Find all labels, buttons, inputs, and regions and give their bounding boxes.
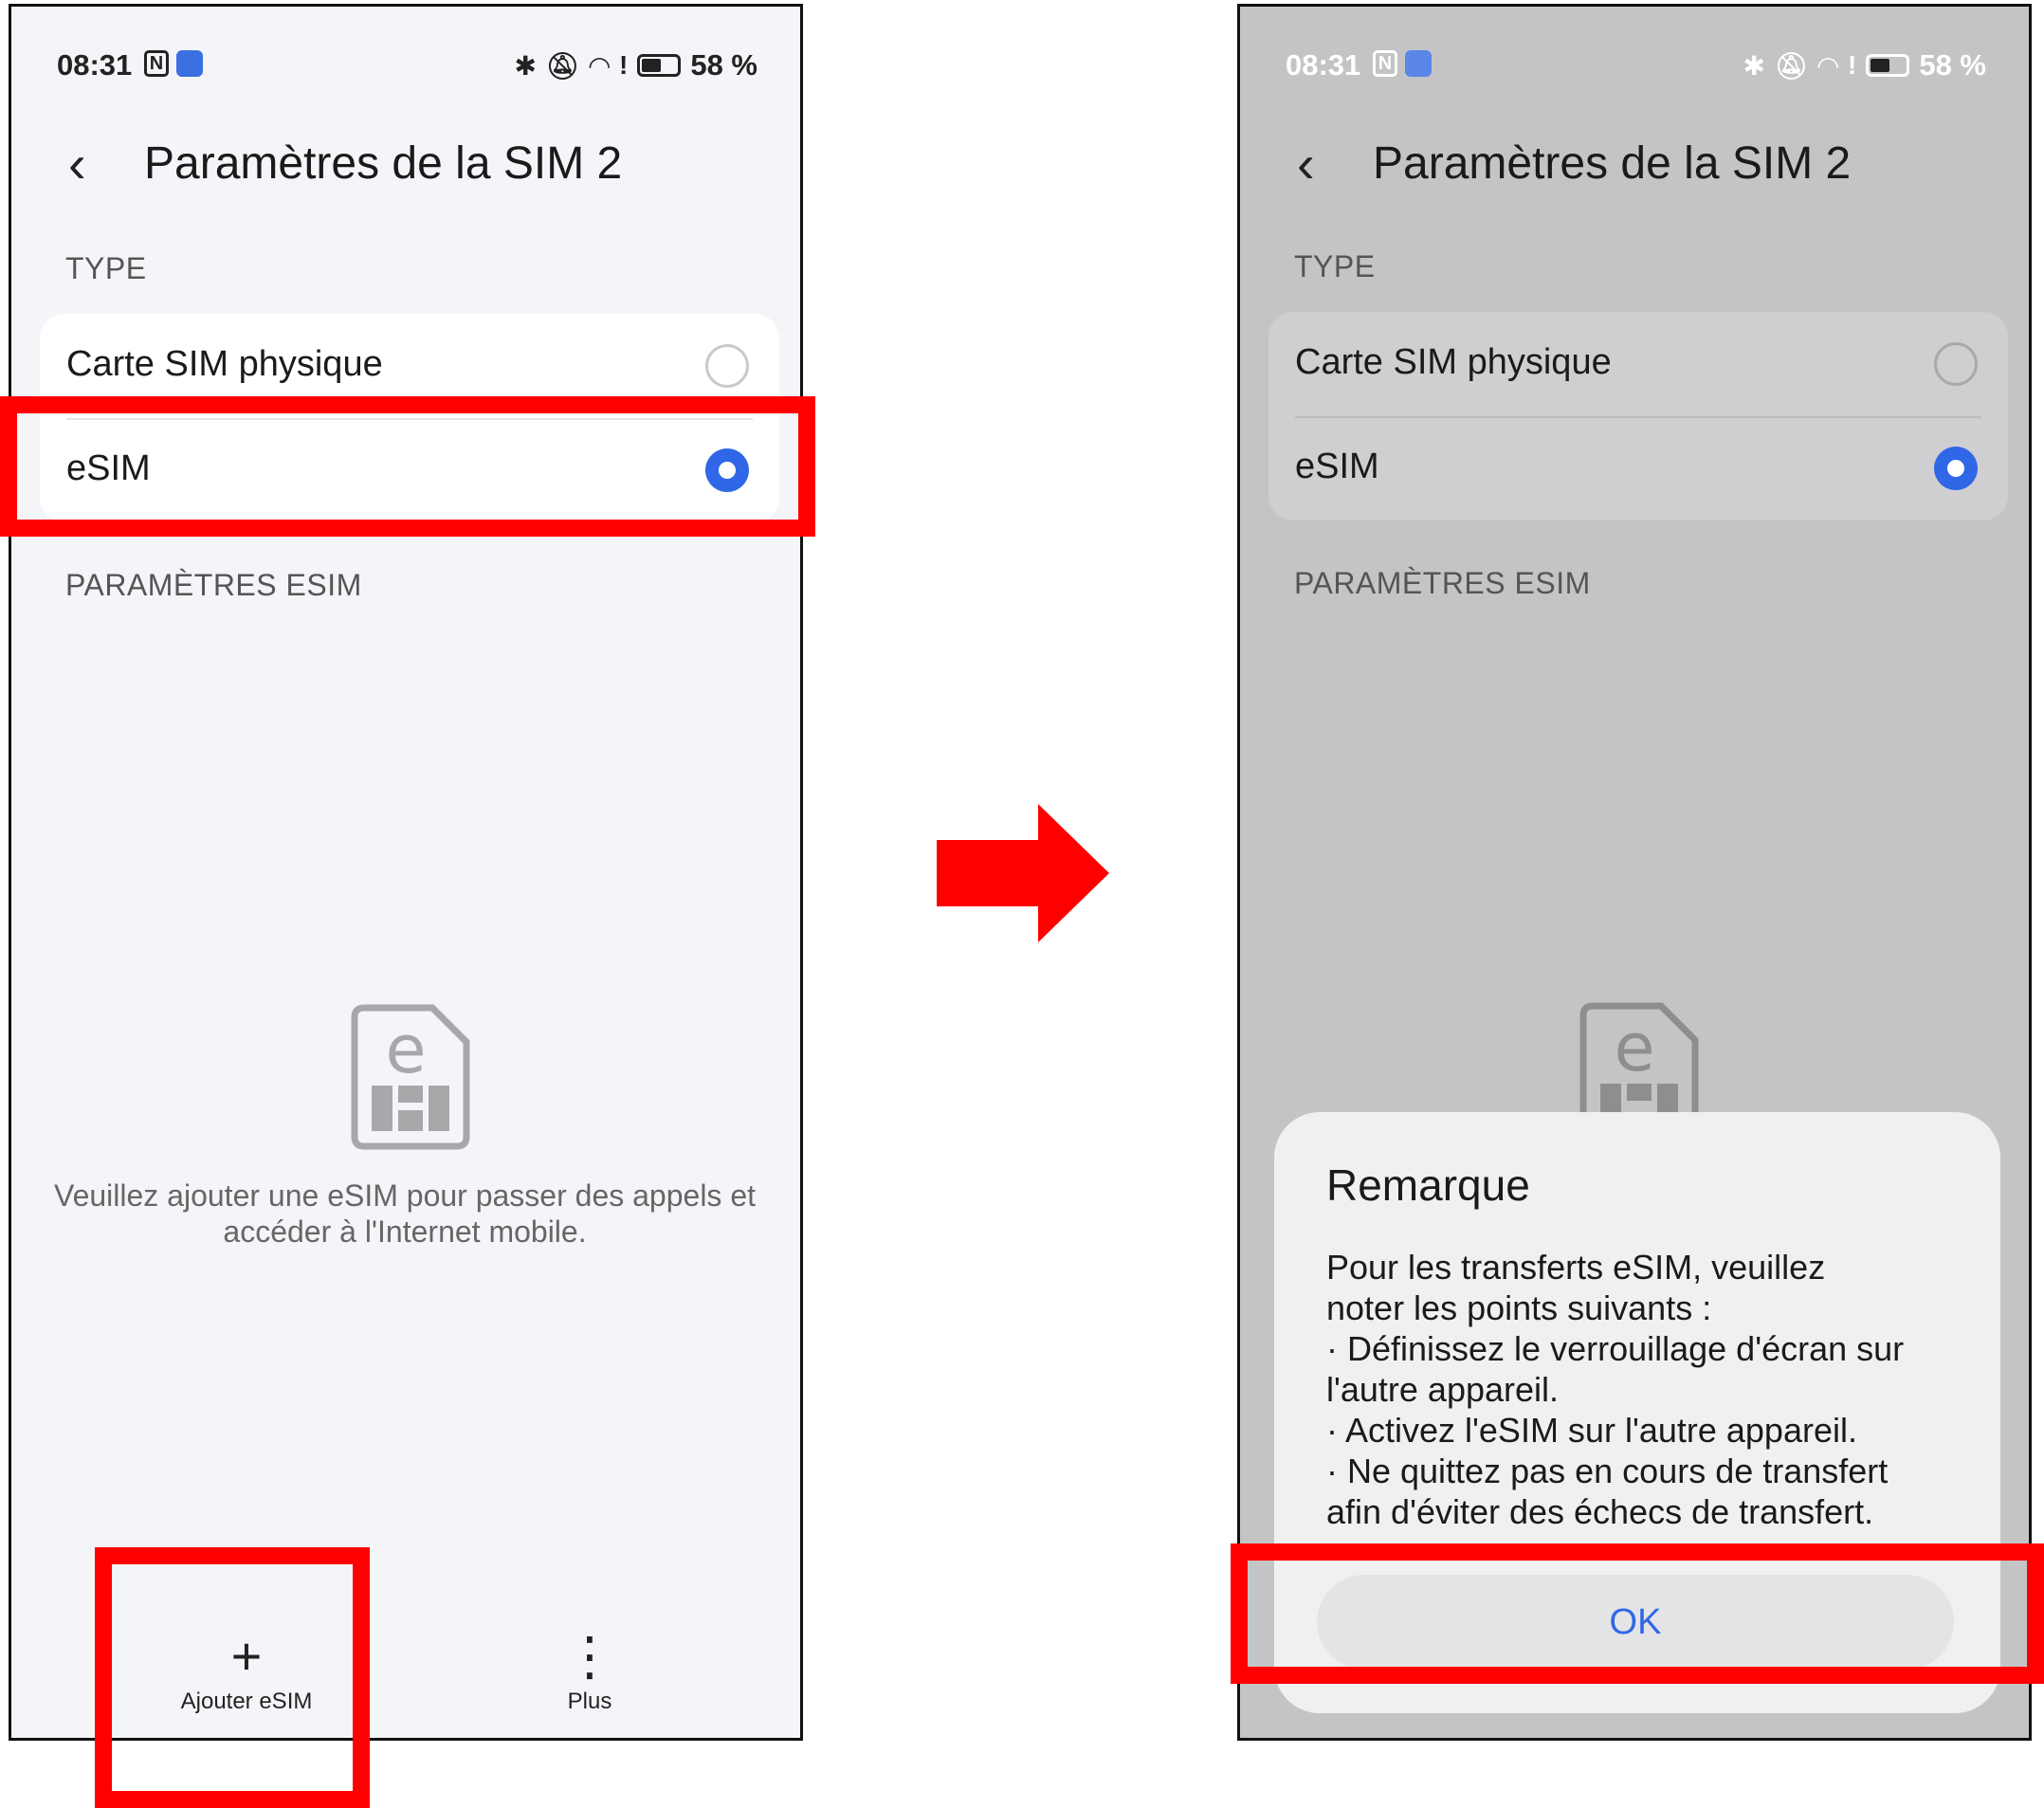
dialog-line: · Activez l'eSIM sur l'autre appareil. — [1326, 1411, 1857, 1450]
page-header: ‹ Paramètres de la SIM 2 — [68, 130, 622, 196]
status-bar: 08:31 N ✱ 🔕︎ ◠ ! 58 % — [57, 43, 757, 90]
svg-text:e: e — [385, 1011, 426, 1088]
highlight-esim-option — [0, 396, 815, 537]
battery-icon — [637, 54, 682, 77]
option-label: Carte SIM physique — [1295, 342, 1612, 382]
empty-state-message: Veuillez ajouter une eSIM pour passer de… — [53, 1178, 756, 1249]
svg-text:e: e — [1614, 1009, 1654, 1087]
type-section-label: TYPE — [65, 251, 147, 285]
more-label: Plus — [567, 1689, 612, 1714]
nfc-icon: N — [144, 50, 169, 77]
wifi-icon: ◠ — [1817, 50, 1838, 81]
page-header: ‹ Paramètres de la SIM 2 — [1297, 130, 1851, 196]
dialog-line: · Définissez le verrouillage d'écran sur — [1326, 1329, 1905, 1368]
dialog-title: Remarque — [1326, 1160, 1530, 1210]
back-icon[interactable]: ‹ — [1297, 133, 1363, 194]
highlight-add-esim — [95, 1547, 370, 1808]
bluetooth-icon: ✱ — [514, 50, 537, 81]
note-icon — [1405, 50, 1432, 77]
page-title: Paramètres de la SIM 2 — [1373, 137, 1852, 189]
highlight-ok-button — [1231, 1543, 2044, 1684]
dialog-line: l'autre appareil. — [1326, 1370, 1560, 1409]
radio-esim[interactable] — [1934, 447, 1978, 490]
status-time: 08:31 — [1286, 48, 1361, 82]
page-title: Paramètres de la SIM 2 — [144, 137, 623, 189]
radio-physical-sim[interactable] — [1934, 342, 1978, 386]
dialog-line: afin d'éviter des échecs de transfert. — [1326, 1492, 1874, 1531]
option-physical-sim[interactable]: Carte SIM physique — [1268, 312, 2008, 416]
more-vertical-icon: ⋮ — [563, 1626, 616, 1686]
radio-physical-sim[interactable] — [705, 344, 749, 388]
phone-screen-left: 08:31 N ✱ 🔕︎ ◠ ! 58 % ‹ Paramètres de la… — [9, 4, 803, 1741]
more-button[interactable]: ⋮ Plus — [485, 1628, 694, 1715]
dialog-line: noter les points suivants : — [1326, 1288, 1712, 1327]
dialog-line: Pour les transferts eSIM, veuillez — [1326, 1248, 1826, 1287]
back-icon[interactable]: ‹ — [68, 133, 135, 194]
mute-icon: 🔕︎ — [1774, 50, 1809, 81]
nfc-icon: N — [1373, 50, 1397, 77]
alert-icon: ! — [1848, 50, 1857, 80]
option-esim[interactable]: eSIM — [1268, 416, 2008, 520]
dialog-body: Pour les transferts eSIM, veuillez noter… — [1326, 1247, 1971, 1532]
status-time: 08:31 — [57, 48, 133, 82]
option-label: eSIM — [1295, 447, 1379, 486]
status-bar: 08:31 N ✱ 🔕︎ ◠ ! 58 % — [1286, 43, 1986, 90]
sim-type-card: Carte SIM physique eSIM — [1268, 312, 2008, 520]
bluetooth-icon: ✱ — [1743, 50, 1765, 81]
mute-icon: 🔕︎ — [545, 50, 580, 81]
wifi-icon: ◠ — [589, 50, 610, 81]
phone-screen-right: 08:31 N ✱ 🔕︎ ◠ ! 58 % ‹ Paramètres de la… — [1237, 4, 2032, 1741]
dialog-line: · Ne quittez pas en cours de transfert — [1326, 1452, 1889, 1490]
option-label: Carte SIM physique — [66, 344, 383, 384]
arrow-right-icon — [937, 804, 1109, 942]
esim-card-icon: e — [351, 1004, 470, 1150]
type-section-label: TYPE — [1294, 249, 1376, 283]
esim-settings-label: PARAMÈTRES ESIM — [65, 568, 362, 602]
note-icon — [176, 50, 203, 77]
battery-percent: 58 % — [690, 48, 757, 82]
alert-icon: ! — [619, 50, 629, 80]
esim-settings-label: PARAMÈTRES ESIM — [1294, 566, 1591, 600]
battery-percent: 58 % — [1919, 48, 1986, 82]
battery-icon — [1866, 54, 1910, 77]
